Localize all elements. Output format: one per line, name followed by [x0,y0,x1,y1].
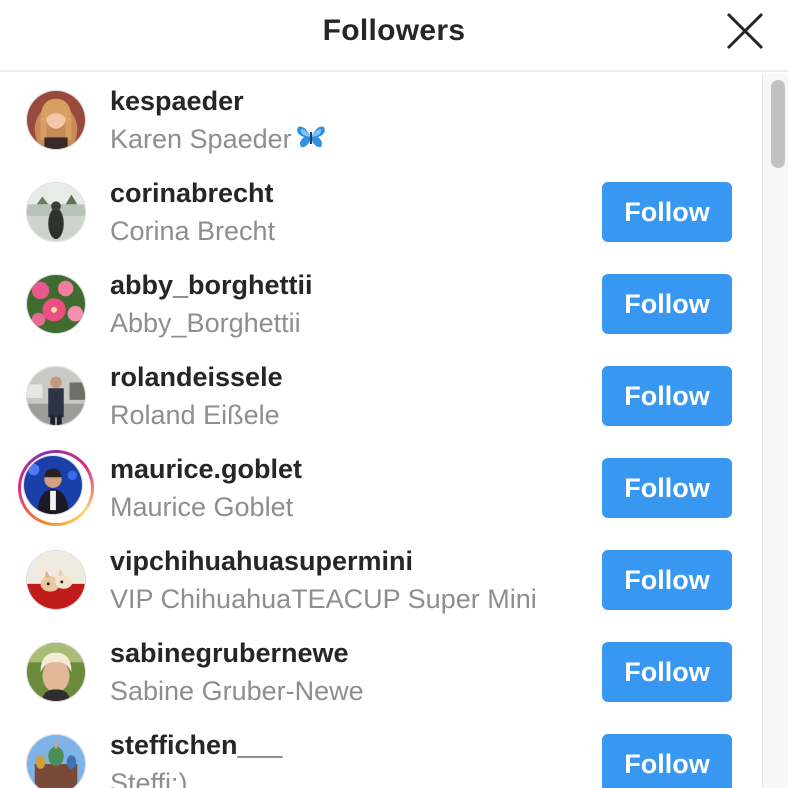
list-item[interactable]: corinabrecht Corina Brecht Follow [0,166,760,258]
avatar[interactable] [26,550,86,610]
username[interactable]: rolandeissele [110,362,283,393]
follow-button[interactable]: Follow [602,366,732,426]
username[interactable]: corinabrecht [110,178,274,209]
username[interactable]: steffichen___ [110,730,283,761]
username[interactable]: vipchihuahuasupermini [110,546,413,577]
avatar[interactable] [26,182,86,242]
scrollbar[interactable] [762,74,788,788]
full-name: VIP ChihuahuaTEACUP Super Mini [110,584,537,614]
follow-button[interactable]: Follow [602,182,732,242]
follow-button[interactable]: Follow [602,734,732,788]
dialog-title: Followers [322,14,466,47]
list-item[interactable]: kespaeder Karen Spaeder [0,74,760,166]
list-item[interactable]: vipchihuahuasupermini VIP ChihuahuaTEACU… [0,534,760,626]
full-name: Corina Brecht [110,216,276,246]
follow-button[interactable]: Follow [602,274,732,334]
full-name: Roland Eißele [110,400,280,430]
list-item[interactable]: rolandeissele Roland Eißele Follow [0,350,760,442]
close-icon[interactable] [724,10,766,52]
avatar[interactable] [26,734,86,788]
story-ring[interactable] [18,450,94,526]
list-item[interactable]: maurice.goblet Maurice Goblet Follow [0,442,760,534]
full-name: Maurice Goblet [110,492,294,522]
full-name: Abby_Borghettii [110,308,301,338]
avatar[interactable] [26,90,86,150]
avatar[interactable] [26,366,86,426]
username[interactable]: kespaeder [110,86,244,117]
follow-button[interactable]: Follow [602,458,732,518]
followers-list: kespaeder Karen Spaeder corinabrecht Cor… [0,74,760,788]
username[interactable]: sabinegrubernewe [110,638,349,669]
full-name: Sabine Gruber-Newe [110,676,364,706]
username[interactable]: maurice.goblet [110,454,302,485]
full-name: Karen Spaeder [110,124,326,157]
dialog-header: Followers [0,0,788,72]
full-name: Steffi:) [110,768,188,788]
avatar[interactable] [26,642,86,702]
follow-button[interactable]: Follow [602,642,732,702]
follow-button[interactable]: Follow [602,550,732,610]
butterfly-icon [296,124,326,157]
list-item[interactable]: steffichen___ Steffi:) Follow [0,718,760,788]
list-item[interactable]: sabinegrubernewe Sabine Gruber-Newe Foll… [0,626,760,718]
avatar[interactable] [23,455,83,515]
scrollbar-thumb[interactable] [771,80,785,168]
list-item[interactable]: abby_borghettii Abby_Borghettii Follow [0,258,760,350]
avatar[interactable] [26,274,86,334]
username[interactable]: abby_borghettii [110,270,313,301]
